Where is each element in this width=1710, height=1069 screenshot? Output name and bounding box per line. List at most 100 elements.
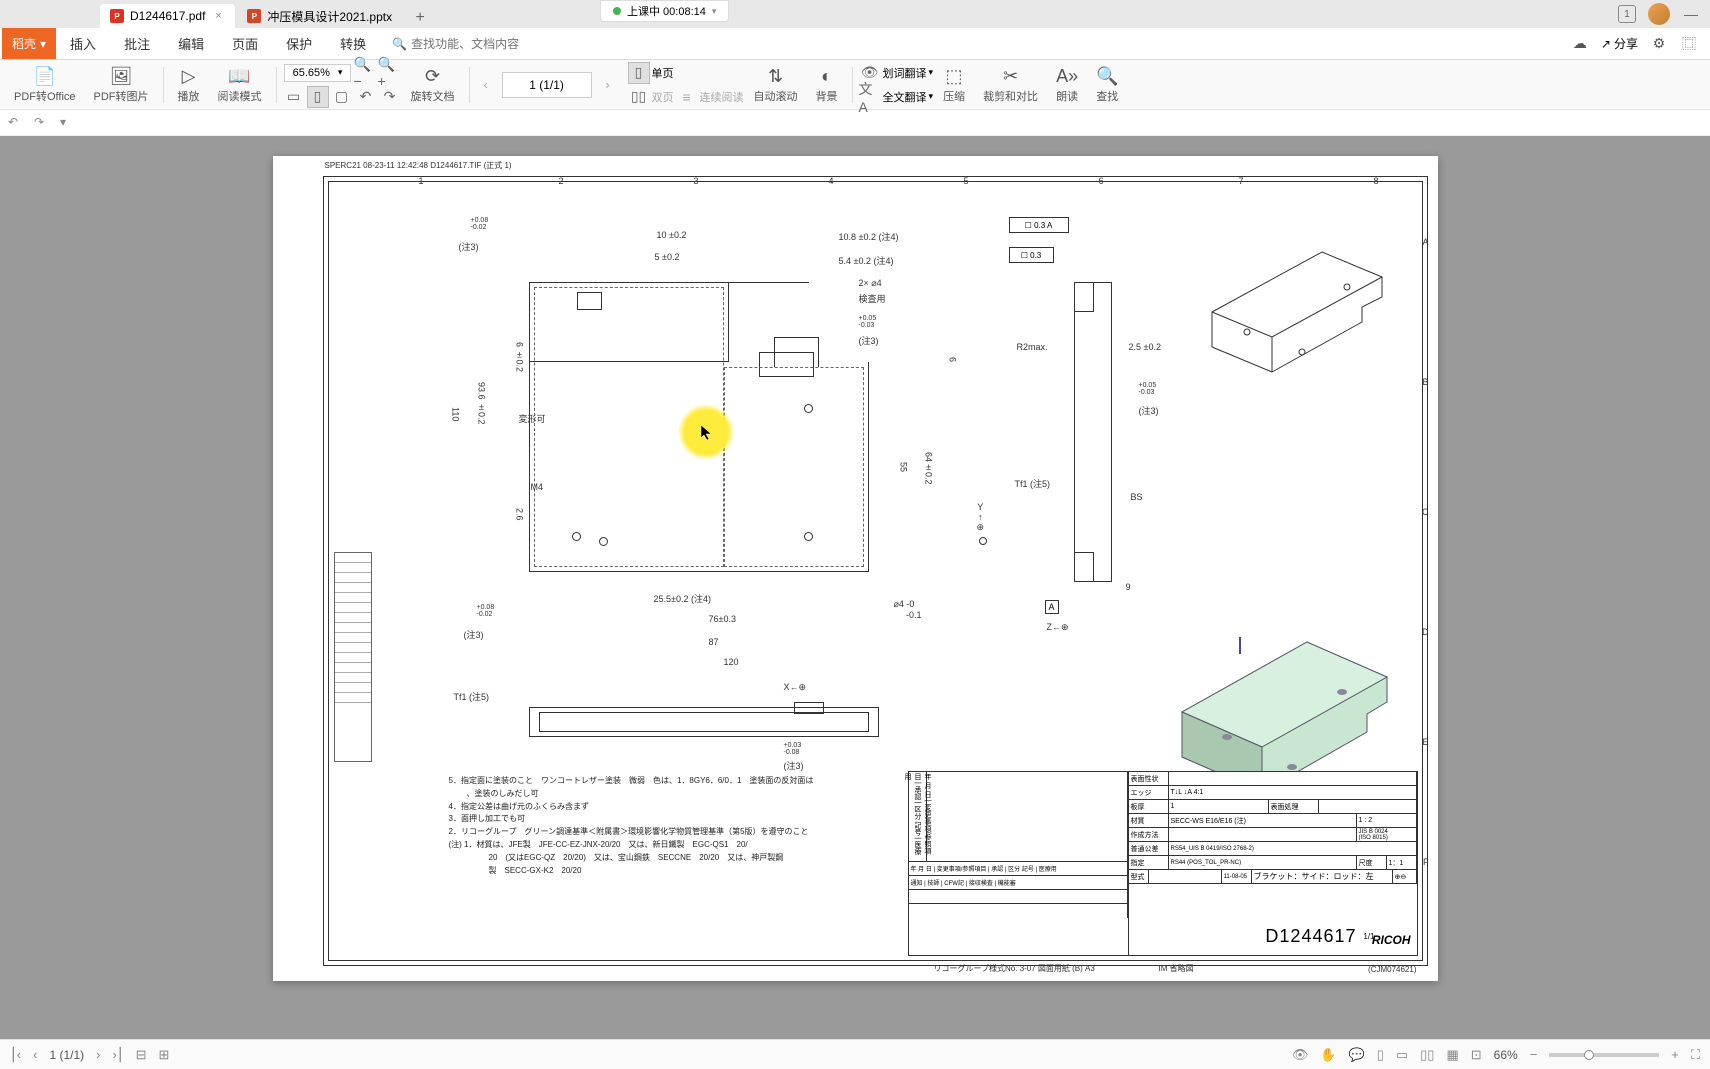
fit-width-icon[interactable]: ▭ <box>283 86 305 108</box>
tool-speak[interactable]: A» 朗读 <box>1048 64 1086 106</box>
rotate-right-icon[interactable]: ↷ <box>379 86 401 108</box>
single-page-icon[interactable]: ▯ <box>628 62 650 84</box>
next-page-button[interactable]: › <box>598 75 618 95</box>
layout1-icon[interactable]: ▯ <box>1377 1047 1384 1063</box>
comment-icon[interactable]: 💬 <box>1349 1047 1365 1063</box>
compress-icon: ⬚ <box>946 66 963 88</box>
tool-pdf2img[interactable]: 🖼 PDF转图片 <box>86 64 157 106</box>
undo-icon[interactable]: ↶ <box>8 115 24 131</box>
scroll-icon: ⇅ <box>768 66 783 88</box>
meeting-label: 上课中 00:08:14 <box>627 3 706 19</box>
zoom-value: 66% <box>1494 1048 1518 1062</box>
zoom-plus-mini[interactable]: ⊞ <box>159 1047 170 1063</box>
avatar[interactable] <box>1648 3 1670 25</box>
menu-protect[interactable]: 保护 <box>272 34 326 53</box>
file-menu[interactable]: 稻壳▾ <box>2 28 56 59</box>
hand-icon[interactable]: ✋ <box>1320 1047 1336 1063</box>
share-button[interactable]: ↗分享 <box>1601 35 1638 52</box>
actual-size-icon[interactable]: ▢ <box>331 86 353 108</box>
fullscreen-icon[interactable]: ⛶ <box>1691 1047 1700 1063</box>
menubar: 稻壳▾ 插入 批注 编辑 页面 保护 转换 🔍 ☁ ↗分享 ⚙ ⿴ <box>0 28 1710 60</box>
status-dot-icon <box>613 7 621 15</box>
zoom-out-button[interactable]: 🔍− <box>353 62 375 84</box>
titlebar: P D1244617.pdf × P 冲压模具设计2021.pptx + 上课中… <box>0 0 1710 28</box>
tab-label: D1244617.pdf <box>130 9 205 23</box>
eye-icon[interactable]: 👁 <box>1292 1047 1309 1063</box>
minimize-icon[interactable]: — <box>1682 5 1700 23</box>
redo-icon[interactable]: ↷ <box>34 115 50 131</box>
menu-page[interactable]: 页面 <box>218 34 272 53</box>
drawing-scale-strip <box>334 552 372 762</box>
tool-compress[interactable]: ⬚ 压缩 <box>935 64 973 106</box>
tool-pdf2office[interactable]: 📄 PDF转Office <box>6 64 84 106</box>
quickbar: ↶ ↷ ▾ <box>0 110 1710 136</box>
play-icon: ▷ <box>182 66 196 88</box>
statusbar: ⎮‹ ‹ 1 (1/1) › ›⎮ ⊟ ⊞ 👁 ✋ 💬 ▯ ▭ ▯▯ ▦ ⊡ 6… <box>0 1039 1710 1069</box>
menu-annotate[interactable]: 批注 <box>110 34 164 53</box>
close-icon[interactable]: × <box>211 9 225 23</box>
double-page-icon[interactable]: ▯▯ <box>628 86 650 108</box>
last-page-button[interactable]: ›⎮ <box>112 1047 123 1063</box>
zoom-out-button[interactable]: − <box>1530 1047 1538 1062</box>
fit-page-icon[interactable]: ▯ <box>307 86 329 108</box>
translate-icon[interactable]: 文A <box>859 86 881 108</box>
pdf2img-icon: 🖼 <box>110 66 133 88</box>
tool-cut-compare[interactable]: ✂ 裁剪和对比 <box>975 64 1046 106</box>
search-input[interactable] <box>411 37 551 51</box>
book-icon: 📖 <box>228 66 250 88</box>
prev-page-button[interactable]: ‹ <box>476 75 496 95</box>
fit-icon[interactable]: ⊡ <box>1471 1047 1482 1063</box>
tool-auto-scroll[interactable]: ⇅ 自动滚动 <box>746 64 806 106</box>
search-icon: 🔍 <box>392 37 407 51</box>
pdf-icon: P <box>110 9 124 23</box>
document-viewport[interactable]: SPERC21 08-23-11 12:42:48 D1244617.TIF (… <box>0 136 1710 1039</box>
part-number: D1244617 <box>1265 926 1356 947</box>
background-icon: ◐ <box>821 66 832 88</box>
tab-label: 冲压模具设计2021.pptx <box>267 8 392 25</box>
menu-search[interactable]: 🔍 <box>392 37 551 51</box>
zoom-in-button[interactable]: 🔍+ <box>377 62 399 84</box>
toolbar: 📄 PDF转Office 🖼 PDF转图片 ▷ 播放 📖 阅读模式 65.65%… <box>0 60 1710 110</box>
layout4-icon[interactable]: ▦ <box>1446 1047 1458 1063</box>
rotate-left-icon[interactable]: ↶ <box>355 86 377 108</box>
rotate-icon: ⟳ <box>425 66 440 88</box>
tool-find[interactable]: 🔍 查找 <box>1088 64 1126 106</box>
tool-play[interactable]: ▷ 播放 <box>170 64 208 106</box>
cloud-sync-icon[interactable]: ☁ <box>1571 35 1589 53</box>
quickbar-dropdown-icon[interactable]: ▾ <box>60 115 76 131</box>
chevron-down-icon: ▾ <box>712 6 717 17</box>
pdf-page: SPERC21 08-23-11 12:42:48 D1244617.TIF (… <box>273 156 1438 981</box>
first-page-button[interactable]: ⎮‹ <box>10 1047 21 1063</box>
continuous-icon[interactable]: ≡ <box>676 86 698 108</box>
layout2-icon[interactable]: ▭ <box>1396 1047 1408 1063</box>
tab-pdf[interactable]: P D1244617.pdf × <box>100 4 235 28</box>
menu-convert[interactable]: 转换 <box>326 34 380 53</box>
bookmark-icon[interactable]: 1 <box>1618 5 1636 23</box>
add-tab-button[interactable]: + <box>410 8 430 28</box>
zoom-in-button[interactable]: + <box>1671 1047 1679 1062</box>
pdf2office-icon: 📄 <box>34 66 56 88</box>
tool-rotate-doc[interactable]: ⟳ 旋转文档 <box>403 64 463 106</box>
menu-edit[interactable]: 编辑 <box>164 34 218 53</box>
crop-icon: ✂ <box>1003 66 1018 88</box>
panel-icon[interactable]: ⿴ <box>1680 35 1698 53</box>
meeting-status[interactable]: 上课中 00:08:14 ▾ <box>600 0 729 22</box>
ricoh-logo: RICOH <box>1372 933 1411 947</box>
page-input[interactable] <box>502 72 592 98</box>
zoom-dropdown[interactable]: 65.65% ▾ <box>284 64 352 82</box>
tool-read-mode[interactable]: 📖 阅读模式 <box>210 64 270 106</box>
menu-insert[interactable]: 插入 <box>56 34 110 53</box>
gear-icon[interactable]: ⚙ <box>1650 35 1668 53</box>
title-block: 年 月 日 | 変更事項/参照項目 | 承認 | 区分 記号 | 医療用 年 月… <box>908 771 1418 956</box>
prev-page-button[interactable]: ‹ <box>33 1047 37 1062</box>
tool-background[interactable]: ◐ 背景 <box>808 64 846 106</box>
zoom-slider[interactable] <box>1549 1053 1659 1057</box>
next-page-button[interactable]: › <box>96 1047 100 1062</box>
zoom-minus-mini[interactable]: ⊟ <box>136 1047 147 1063</box>
titlebar-right: 1 — <box>1618 3 1700 25</box>
drawing-notes: 5．指定面に塗装のこと ワンコートレザー塗装 微弱 色は、1．8GY6．6/0．… <box>449 775 814 877</box>
file-tabs: P D1244617.pdf × P 冲压模具设计2021.pptx + <box>0 0 430 28</box>
tab-pptx[interactable]: P 冲压模具设计2021.pptx <box>237 4 402 28</box>
layout3-icon[interactable]: ▯▯ <box>1420 1047 1434 1063</box>
ppt-icon: P <box>247 9 261 23</box>
